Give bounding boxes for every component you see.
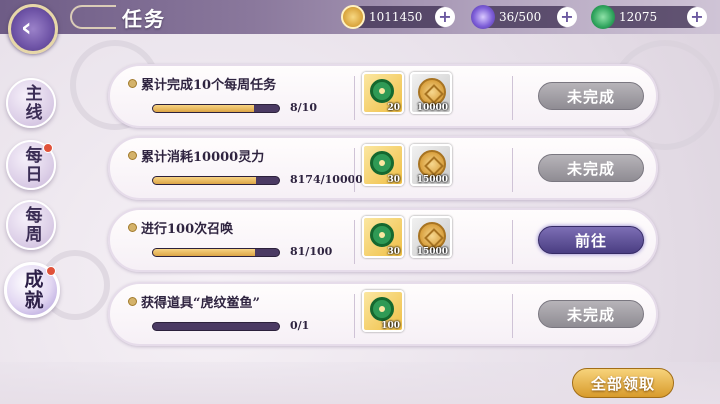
reward-coin[interactable]: 10000 [410, 72, 452, 114]
tab-daily[interactable]: 每日 [6, 140, 56, 190]
task-name: 累计消耗10000灵力 [128, 146, 264, 165]
back-arrow-icon: ‹ [21, 13, 32, 43]
task-card: 累计消耗10000灵力 8174/10000 30 15000 未完成 [108, 136, 658, 200]
soul-orb-icon [471, 5, 495, 29]
jade-icon [370, 223, 394, 247]
coin-value: 1011450 [369, 10, 423, 24]
progress-text: 0/1 [290, 319, 310, 332]
add-soul-button[interactable]: + [557, 7, 577, 27]
tab-label: 每周 [21, 206, 42, 244]
jade-icon [370, 151, 394, 175]
reward-coin[interactable]: 15000 [410, 144, 452, 186]
tab-weekly[interactable]: 每周 [6, 200, 56, 250]
task-card: 获得道具“虎纹鲎鱼” 0/1 100 未完成 [108, 282, 658, 346]
task-bullet-icon [128, 297, 137, 306]
resource-coin: 1011450 + [341, 5, 455, 29]
resource-soul: 36/500 + [471, 5, 577, 29]
reward-jade[interactable]: 100 [362, 290, 404, 332]
tab-achievement[interactable]: 成就 [4, 262, 60, 318]
claim-all-button[interactable]: 全部领取 [572, 368, 674, 398]
task-status-button[interactable]: 未完成 [538, 82, 644, 110]
tab-main-quest[interactable]: 主线 [6, 78, 56, 128]
task-name: 获得道具“虎纹鲎鱼” [128, 292, 260, 311]
jade-icon [370, 297, 394, 321]
progress-text: 8/10 [290, 101, 317, 114]
add-coin-button[interactable]: + [435, 7, 455, 27]
resource-jade: 12075 + [591, 5, 707, 29]
tab-label: 主线 [21, 84, 42, 122]
cloud-ornament-icon [70, 5, 116, 29]
progress-bar [152, 104, 280, 113]
reward-coin[interactable]: 15000 [410, 216, 452, 258]
notification-badge [43, 143, 53, 153]
progress-text: 8174/10000 [290, 173, 363, 186]
task-bullet-icon [128, 223, 137, 232]
task-status-button[interactable]: 未完成 [538, 300, 644, 328]
task-name: 累计完成10个每周任务 [128, 74, 276, 93]
reward-jade[interactable]: 30 [362, 216, 404, 258]
coin-icon [341, 5, 365, 29]
reward-jade[interactable]: 20 [362, 72, 404, 114]
reward-jade[interactable]: 30 [362, 144, 404, 186]
task-card: 累计完成10个每周任务 8/10 20 10000 未完成 [108, 64, 658, 128]
back-button[interactable]: ‹ [8, 4, 58, 54]
coin-icon [418, 78, 446, 106]
task-status-button[interactable]: 未完成 [538, 154, 644, 182]
go-button[interactable]: 前往 [538, 226, 644, 254]
coin-icon [418, 150, 446, 178]
coin-icon [418, 222, 446, 250]
task-name: 进行100次召唤 [128, 218, 233, 237]
notification-badge [46, 266, 56, 276]
page-title: 任务 [122, 7, 166, 31]
progress-bar [152, 248, 280, 257]
jade-icon [370, 79, 394, 103]
progress-text: 81/100 [290, 245, 333, 258]
task-bullet-icon [128, 79, 137, 88]
progress-bar [152, 322, 280, 331]
task-bullet-icon [128, 151, 137, 160]
jade-value: 12075 [619, 10, 658, 24]
soul-value: 36/500 [499, 10, 542, 24]
task-card: 进行100次召唤 81/100 30 15000 前往 [108, 208, 658, 272]
jade-icon [591, 5, 615, 29]
progress-bar [152, 176, 280, 185]
add-jade-button[interactable]: + [687, 7, 707, 27]
